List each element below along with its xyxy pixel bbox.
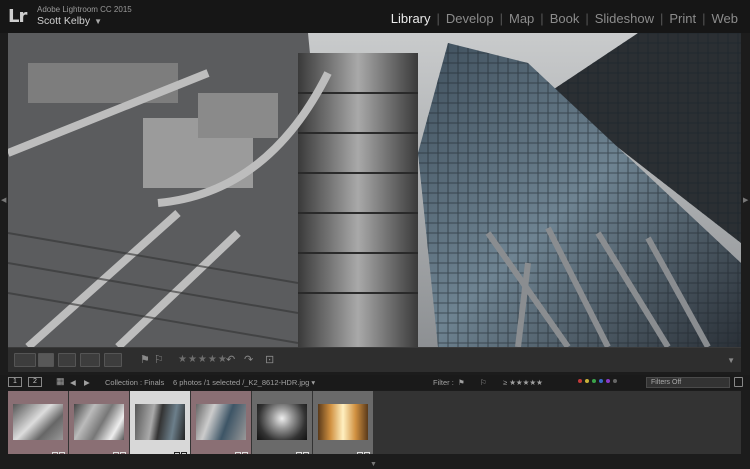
main-window-button[interactable]: 1 [8, 377, 22, 387]
secondary-window-button[interactable]: 2 [28, 377, 42, 387]
edited-badge-icon [356, 445, 370, 458]
module-picker: Library | Develop | Map | Book | Slidesh… [385, 11, 744, 26]
chevron-down-icon: ▼ [94, 17, 103, 26]
color-label-filters[interactable] [578, 379, 617, 383]
loupe-photo[interactable] [8, 33, 741, 347]
survey-view-button[interactable] [80, 353, 100, 367]
flag-pick-icon[interactable]: ⚑ [140, 353, 150, 367]
info-overlay-icon[interactable]: ⊡ [265, 353, 274, 367]
reject-filter-icon[interactable]: ⚐ [480, 378, 487, 387]
thumbnail-image [196, 404, 246, 440]
forward-arrow-icon[interactable]: ▶ [84, 378, 90, 387]
grid-view-button[interactable] [14, 353, 36, 367]
photo-count-info[interactable]: 6 photos /1 selected /_K2_8612-HDR.jpg ▾ [173, 378, 315, 387]
thumbnail-image [135, 404, 185, 440]
product-name: Adobe Lightroom CC 2015 [37, 5, 132, 14]
edited-badge-icon [112, 445, 126, 458]
filmstrip-header: 1 2 ▦ ◀ ▶ Collection : Finals 6 photos /… [0, 375, 750, 390]
left-panel-toggle-icon[interactable]: ◀ [1, 196, 6, 204]
lightroom-logo: Lr [8, 6, 27, 27]
filter-label: Filter : [433, 378, 454, 387]
toolbar-content-menu-icon[interactable]: ▼ [727, 356, 735, 365]
edited-badge-icon [51, 445, 65, 458]
loupe-view-button[interactable] [38, 353, 54, 367]
filmstrip-thumbnail[interactable] [191, 391, 251, 458]
compare-view-button[interactable] [58, 353, 76, 367]
rating-filter-icon[interactable]: ≥ ★★★★★ [503, 378, 543, 387]
identity-plate: Lr Adobe Lightroom CC 2015 Scott Kelby ▼ … [0, 0, 750, 33]
module-slideshow[interactable]: Slideshow [589, 11, 660, 26]
user-menu[interactable]: Scott Kelby ▼ [37, 15, 102, 27]
module-web[interactable]: Web [706, 11, 745, 26]
user-name: Scott Kelby [37, 15, 91, 27]
flag-filter-icon[interactable]: ⚑ [458, 378, 465, 387]
star-rating[interactable]: ★★★★★ [178, 354, 228, 365]
filmstrip-toggle-icon[interactable]: ▼ [370, 461, 377, 468]
grid-icon[interactable]: ▦ [56, 376, 65, 387]
filter-preset-select[interactable]: Filters Off [646, 377, 730, 388]
filmstrip-thumbnail[interactable] [252, 391, 312, 458]
filmstrip-thumbnail[interactable] [69, 391, 129, 458]
right-panel-toggle-icon[interactable]: ▶ [743, 196, 748, 204]
edited-badge-icon [295, 445, 309, 458]
filmstrip-thumbnail[interactable] [8, 391, 68, 458]
module-print[interactable]: Print [663, 11, 702, 26]
thumbnail-image [74, 404, 124, 440]
filmstrip [8, 391, 741, 458]
filmstrip-thumbnail[interactable] [313, 391, 373, 458]
rotate-left-icon[interactable]: ↶ [226, 353, 235, 367]
filmstrip-thumbnail-selected[interactable] [130, 391, 190, 458]
edited-badge-icon [173, 445, 187, 458]
thumbnail-image [257, 404, 307, 440]
thumbnail-image [13, 404, 63, 440]
thumbnail-image [318, 404, 368, 440]
collection-source[interactable]: Collection : Finals [105, 378, 164, 387]
module-book[interactable]: Book [544, 11, 586, 26]
back-arrow-icon[interactable]: ◀ [70, 378, 76, 387]
edited-badge-icon [234, 445, 248, 458]
flag-reject-icon[interactable]: ⚐ [154, 353, 164, 367]
lock-icon[interactable] [734, 377, 743, 387]
module-library[interactable]: Library [385, 11, 437, 26]
rotate-right-icon[interactable]: ↷ [244, 353, 253, 367]
module-map[interactable]: Map [503, 11, 540, 26]
module-develop[interactable]: Develop [440, 11, 500, 26]
people-view-button[interactable] [104, 353, 122, 367]
library-toolbar: ⚑ ⚐ ★★★★★ ↶ ↷ ⊡ ▼ [8, 347, 741, 372]
